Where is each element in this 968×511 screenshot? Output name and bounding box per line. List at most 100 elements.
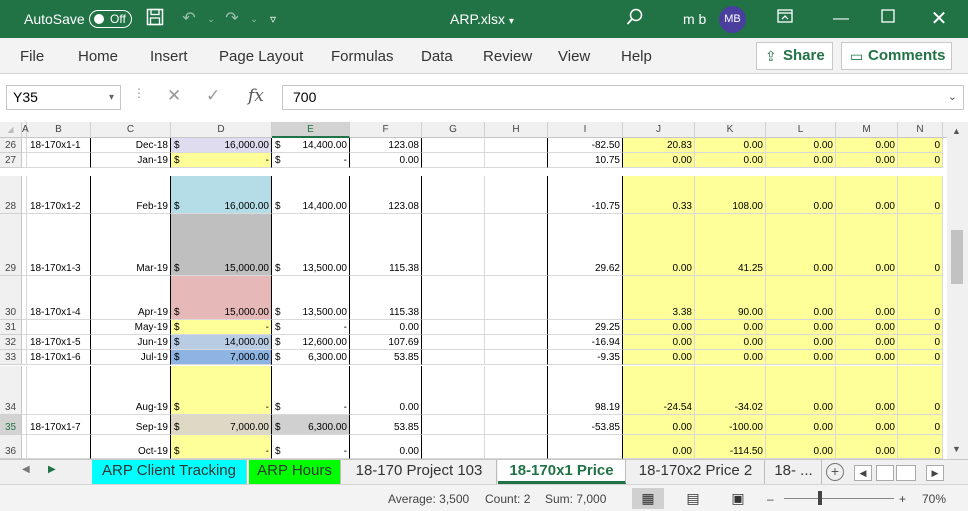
cell-g[interactable] <box>422 153 485 168</box>
cell-f[interactable]: 123.08 <box>350 138 422 153</box>
cell-i[interactable]: 10.75 <box>548 153 623 168</box>
avatar[interactable]: MB <box>719 6 746 33</box>
row-header[interactable]: 30 <box>0 276 22 320</box>
zoom-out-icon[interactable]: – <box>767 492 774 506</box>
cell-h[interactable] <box>485 153 548 168</box>
formula-input[interactable]: 700 ⌄ <box>282 85 964 110</box>
cell-l[interactable]: 0.00 <box>766 435 836 459</box>
cell-j[interactable]: 0.00 <box>623 320 695 335</box>
cell-k[interactable]: 0.00 <box>695 153 766 168</box>
cell-e[interactable]: - $ <box>272 435 350 459</box>
cell-n[interactable]: 0 <box>898 320 943 335</box>
redo-icon[interactable]: ↷ <box>221 8 243 30</box>
tab-arp-hours[interactable]: ARP Hours <box>249 460 341 484</box>
cell-c[interactable]: Apr-19 <box>91 276 171 320</box>
zoom-slider[interactable] <box>784 498 894 499</box>
cell-m[interactable]: 0.00 <box>836 435 898 459</box>
cell-e[interactable]: 14,400.00 $ <box>272 176 350 214</box>
customize-toolbar-icon[interactable]: ▿ <box>262 8 284 30</box>
cell-j[interactable]: 0.00 <box>623 335 695 350</box>
cell-h[interactable] <box>485 335 548 350</box>
menu-insert[interactable]: Insert <box>150 48 188 65</box>
cell-h[interactable] <box>485 276 548 320</box>
cell-h[interactable] <box>485 366 548 415</box>
cell-f[interactable]: 0.00 <box>350 366 422 415</box>
cell-i[interactable]: -53.85 <box>548 415 623 435</box>
row-header[interactable]: 26 <box>0 138 22 153</box>
cell-k[interactable]: -100.00 <box>695 415 766 435</box>
cell-m[interactable]: 0.00 <box>836 335 898 350</box>
column-header-c[interactable]: C <box>91 122 171 138</box>
column-header-j[interactable]: J <box>623 122 695 138</box>
undo-dropdown-icon[interactable]: ⌄ <box>200 8 222 30</box>
menu-file[interactable]: File <box>20 48 44 65</box>
cell-j[interactable]: 0.33 <box>623 176 695 214</box>
cell-f[interactable]: 53.85 <box>350 415 422 435</box>
tab-18-170-project-103[interactable]: 18-170 Project 103 <box>342 460 497 484</box>
cell-f[interactable]: 123.08 <box>350 176 422 214</box>
scroll-right-icon[interactable]: ▶ <box>926 465 944 481</box>
worksheet-grid[interactable]: 26 18-170x1-1 Dec-18 16,000.00 $14,400.00 $12… <box>0 138 943 459</box>
page-break-view-icon[interactable]: ▣ <box>722 488 754 509</box>
menu-formulas[interactable]: Formulas <box>331 48 394 65</box>
save-icon[interactable] <box>144 8 166 30</box>
cell-f[interactable]: 115.38 <box>350 276 422 320</box>
cell-n[interactable]: 0 <box>898 138 943 153</box>
cell-n[interactable]: 0 <box>898 366 943 415</box>
cell-l[interactable]: 0.00 <box>766 350 836 365</box>
cell-n[interactable]: 0 <box>898 435 943 459</box>
cell-l[interactable]: 0.00 <box>766 415 836 435</box>
enter-icon[interactable]: ✓ <box>206 86 220 106</box>
file-name[interactable]: ARP.xlsx ▾ <box>450 11 514 27</box>
cell-n[interactable]: 0 <box>898 153 943 168</box>
cell-i[interactable]: -82.50 <box>548 138 623 153</box>
cell-c[interactable]: Jul-19 <box>91 350 171 365</box>
cell-e[interactable]: - $ <box>272 153 350 168</box>
tab-18-170x1-price[interactable]: 18-170x1 Price <box>498 460 626 484</box>
cell-c[interactable]: Feb-19 <box>91 176 171 214</box>
cell-e[interactable]: 13,500.00 $ <box>272 276 350 320</box>
cell-i[interactable]: -10.75 <box>548 176 623 214</box>
cell-k[interactable]: 0.00 <box>695 335 766 350</box>
insert-function-icon[interactable]: fx <box>248 86 264 106</box>
cell-m[interactable]: 0.00 <box>836 366 898 415</box>
chevron-down-icon[interactable]: ▾ <box>109 86 114 109</box>
tab-18-170x2-price-2[interactable]: 18-170x2 Price 2 <box>627 460 765 484</box>
cell-f[interactable]: 0.00 <box>350 435 422 459</box>
cell-g[interactable] <box>422 335 485 350</box>
cell-j[interactable]: 0.00 <box>623 214 695 276</box>
cell-b[interactable] <box>27 153 91 168</box>
cell-j[interactable]: 20.83 <box>623 138 695 153</box>
cell-k[interactable]: 90.00 <box>695 276 766 320</box>
cell-c[interactable]: Oct-19 <box>91 435 171 459</box>
normal-view-icon[interactable]: ▦ <box>632 488 664 509</box>
cell-d[interactable]: - $ <box>171 320 272 335</box>
cell-i[interactable]: 98.19 <box>548 366 623 415</box>
cell-g[interactable] <box>422 320 485 335</box>
cell-e[interactable]: 14,400.00 $ <box>272 138 350 153</box>
row-header[interactable]: 27 <box>0 153 22 168</box>
cell-h[interactable] <box>485 350 548 365</box>
row-header[interactable]: 35 <box>0 415 22 435</box>
zoom-slider-thumb[interactable] <box>818 491 822 505</box>
cell-b[interactable]: 18-170x1-4 <box>27 276 91 320</box>
cell-h[interactable] <box>485 435 548 459</box>
share-button[interactable]: ⇪ Share <box>756 42 833 70</box>
column-header-m[interactable]: M <box>836 122 898 138</box>
cell-k[interactable]: 0.00 <box>695 138 766 153</box>
column-header-e[interactable]: E <box>272 122 350 138</box>
cell-n[interactable]: 0 <box>898 276 943 320</box>
cell-h[interactable] <box>485 176 548 214</box>
cell-b[interactable] <box>27 366 91 415</box>
cell-n[interactable]: 0 <box>898 214 943 276</box>
scroll-down-icon[interactable]: ▼ <box>952 444 961 454</box>
add-sheet-icon[interactable]: + <box>826 463 844 481</box>
maximize-icon[interactable] <box>877 8 899 30</box>
cell-g[interactable] <box>422 138 485 153</box>
cell-b[interactable]: 18-170x1-5 <box>27 335 91 350</box>
row-header[interactable]: 31 <box>0 320 22 335</box>
page-layout-view-icon[interactable]: ▤ <box>677 488 709 509</box>
cell-l[interactable]: 0.00 <box>766 214 836 276</box>
cell-j[interactable]: -24.54 <box>623 366 695 415</box>
column-header-i[interactable]: I <box>548 122 623 138</box>
